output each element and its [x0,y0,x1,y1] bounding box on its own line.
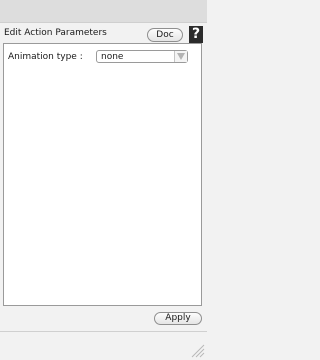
animation-type-value: none [101,52,124,62]
resize-grip-icon[interactable] [189,342,205,358]
apply-button[interactable]: Apply [154,312,202,325]
window-top-bar [0,0,207,23]
bottom-divider [0,331,207,332]
parameters-panel: Animation type : none [3,43,202,306]
panel-title: Edit Action Parameters [4,28,107,38]
help-icon[interactable]: ? [189,26,203,43]
animation-type-select[interactable]: none [96,50,188,63]
panel-header: Edit Action Parameters Doc ? [0,23,207,43]
chevron-down-icon[interactable] [174,51,187,62]
animation-type-label: Animation type : [8,52,83,62]
doc-button[interactable]: Doc [147,28,183,42]
